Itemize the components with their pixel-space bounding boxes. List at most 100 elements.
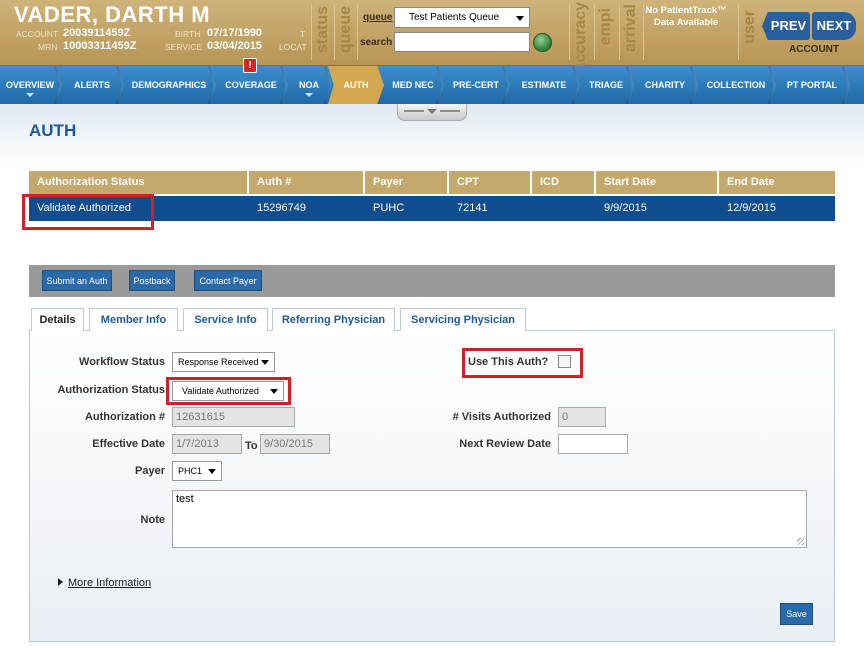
- nav-tab-med-nec[interactable]: MED NEC: [384, 66, 444, 104]
- account-label: ACCOUNT: [16, 29, 59, 39]
- chevron-right-icon: [58, 578, 63, 586]
- table-cell: 15296749: [257, 202, 306, 214]
- queue-select[interactable]: Test Patients Queue: [394, 7, 530, 28]
- nav-tab-overview[interactable]: OVERVIEW: [0, 66, 62, 104]
- nav-tab-auth[interactable]: AUTH: [328, 66, 384, 104]
- service-label: SERVICE: [165, 42, 203, 52]
- chevron-down-icon: [427, 109, 437, 114]
- column-header[interactable]: Authorization Status: [29, 171, 249, 194]
- header-divider: [594, 4, 595, 60]
- service-value: 03/04/2015: [207, 40, 263, 52]
- header-divider: [569, 4, 570, 60]
- resize-handle-icon[interactable]: [797, 538, 804, 545]
- account-nav-label: ACCOUNT: [789, 44, 839, 55]
- submit-auth-button[interactable]: Submit an Auth: [42, 270, 112, 291]
- nav-tab-demographics[interactable]: DEMOGRAPHICS: [124, 66, 216, 104]
- visits-authorized-field[interactable]: 0: [558, 407, 606, 427]
- nav-tab-estimate[interactable]: ESTIMATE: [510, 66, 580, 104]
- birth-label: BIRTH: [175, 29, 201, 39]
- save-button[interactable]: Save: [780, 603, 813, 625]
- patient-name: VADER, DARTH M: [14, 2, 211, 27]
- account-value: 2003911459Z: [63, 27, 131, 39]
- tab-servicing-physician[interactable]: Servicing Physician: [400, 308, 526, 331]
- queue-link[interactable]: queue: [363, 12, 392, 23]
- nav-tab-pt-portal[interactable]: PT PORTAL: [776, 66, 850, 104]
- column-header[interactable]: Start Date: [596, 171, 719, 194]
- accuracy-vertical-label: accuracy: [572, 2, 589, 72]
- header-divider: [619, 4, 620, 60]
- column-header[interactable]: Payer: [365, 171, 449, 194]
- visits-authorized-label: # Visits Authorized: [452, 411, 551, 423]
- effective-from-field[interactable]: 1/7/2013: [172, 434, 242, 454]
- note-label: Note: [140, 514, 165, 526]
- detail-tabs: Details Member Info Service Info Referri…: [29, 308, 835, 332]
- workflow-status-select[interactable]: Response Received: [172, 352, 275, 372]
- birth-value: 07/17/1990: [207, 27, 263, 39]
- page-title: AUTH: [29, 121, 77, 140]
- status-vertical-label: status: [314, 6, 331, 54]
- search-label: search: [360, 37, 393, 48]
- queue-select-value: Test Patients Queue: [409, 12, 500, 23]
- authorization-status-label: Authorization Status: [57, 384, 165, 396]
- nav-tab-alerts[interactable]: ALERTS: [62, 66, 124, 104]
- postback-button[interactable]: Postback: [129, 270, 175, 291]
- queue-vertical-label: queue: [337, 6, 354, 54]
- tab-service-info[interactable]: Service Info: [183, 308, 268, 331]
- chevron-down-icon: [261, 360, 269, 365]
- prev-account-button[interactable]: PREV: [762, 12, 810, 40]
- note-textarea[interactable]: test: [172, 490, 807, 548]
- chevron-down-icon: [516, 16, 524, 21]
- table-cell: 72141: [457, 202, 488, 214]
- collapse-header-handle[interactable]: [397, 104, 467, 121]
- workflow-status-label: Workflow Status: [79, 356, 165, 368]
- tab-referring-physician[interactable]: Referring Physician: [272, 308, 395, 331]
- highlight-box: [22, 194, 154, 230]
- header-divider: [334, 4, 335, 60]
- patienttrack-status: No PatientTrack™ Data Available: [645, 5, 727, 28]
- table-cell: 9/9/2015: [604, 202, 647, 214]
- auth-details-panel: [29, 331, 835, 642]
- chevron-down-icon: [26, 93, 34, 97]
- next-account-button[interactable]: NEXT: [812, 12, 856, 40]
- mrn-label: MRN: [38, 42, 58, 52]
- column-header[interactable]: CPT: [449, 171, 532, 194]
- location-label: LOCAT: [279, 42, 307, 52]
- nav-tab-pre-cert[interactable]: PRE-CERT: [444, 66, 510, 104]
- t-label: T: [300, 29, 306, 39]
- highlight-box: [166, 377, 291, 405]
- payer-select[interactable]: PHC1: [172, 461, 222, 481]
- table-header-row: Authorization Status Auth # Payer CPT IC…: [29, 171, 835, 194]
- authorization-number-field[interactable]: 12631615: [172, 407, 295, 427]
- patient-header: VADER, DARTH M ACCOUNT 2003911459Z MRN 1…: [0, 0, 864, 71]
- column-header[interactable]: End Date: [719, 171, 835, 194]
- to-label: To: [245, 440, 258, 452]
- more-information-toggle[interactable]: More Information: [58, 577, 151, 589]
- main-nav: OVERVIEW ALERTS DEMOGRAPHICS COVERAGE NO…: [0, 66, 864, 104]
- header-divider: [357, 4, 358, 60]
- column-header[interactable]: Auth #: [249, 171, 365, 194]
- effective-to-field[interactable]: 9/30/2015: [260, 434, 330, 454]
- table-cell: 12/9/2015: [727, 202, 776, 214]
- contact-payer-button[interactable]: Contact Payer: [194, 270, 262, 291]
- next-review-date-input[interactable]: [558, 434, 628, 454]
- effective-date-label: Effective Date: [92, 438, 165, 450]
- table-cell: [532, 196, 596, 221]
- header-divider: [311, 4, 312, 60]
- alert-badge-icon[interactable]: !: [243, 58, 257, 73]
- globe-search-icon[interactable]: [533, 33, 552, 52]
- nav-tab-triage[interactable]: TRIAGE: [580, 66, 634, 104]
- nav-tab-collection[interactable]: COLLECTION: [698, 66, 776, 104]
- mrn-value: 10003311459Z: [63, 40, 137, 52]
- column-header[interactable]: ICD: [532, 171, 596, 194]
- search-input[interactable]: [394, 32, 530, 52]
- nav-tab-charity[interactable]: CHARITY: [634, 66, 698, 104]
- next-review-date-label: Next Review Date: [459, 438, 551, 450]
- user-vertical-label: user: [741, 10, 758, 44]
- empi-vertical-label: empi: [597, 8, 614, 46]
- tab-member-info[interactable]: Member Info: [89, 308, 178, 331]
- authorization-number-label: Authorization #: [84, 411, 165, 423]
- nav-tab-noa[interactable]: NOA: [288, 66, 332, 104]
- chevron-down-icon: [305, 93, 313, 97]
- tab-details[interactable]: Details: [31, 308, 84, 332]
- table-cell: PUHC: [373, 202, 405, 214]
